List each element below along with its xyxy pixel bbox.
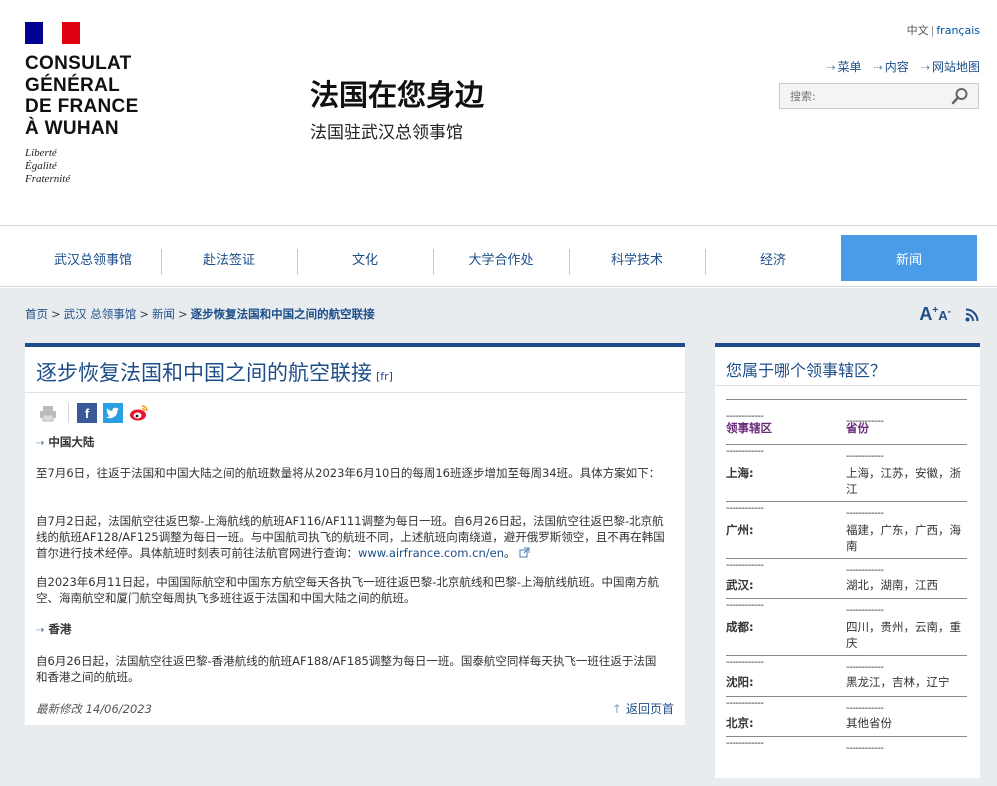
- lang-fr-link[interactable]: français: [936, 24, 980, 37]
- article-title: 逐步恢复法国和中国之间的航空联接 [fr]: [36, 361, 393, 385]
- nav-item-consulate[interactable]: 武汉总领事馆: [25, 235, 161, 281]
- facebook-icon[interactable]: f: [77, 403, 97, 423]
- font-size-tools: A+A-: [919, 304, 951, 325]
- french-version-link[interactable]: [fr]: [376, 370, 393, 383]
- table-row: ------------ ------------ 沈阳: 黑龙江，吉林，辽宁: [726, 655, 967, 696]
- nav-item-visa[interactable]: 赴法签证: [161, 235, 297, 281]
- table-row: ------------ ------------ 武汉: 湖北，湖南，江西: [726, 558, 967, 598]
- print-icon[interactable]: [38, 403, 58, 423]
- arrow-right-icon: ⇢: [873, 61, 883, 74]
- rss-icon[interactable]: [965, 308, 979, 322]
- main-nav: 武汉总领事馆 赴法签证 文化 大学合作处 科学技术 经济 新闻: [0, 225, 997, 287]
- arrow-right-icon: ⇢: [920, 61, 930, 74]
- article-card: 逐步恢复法国和中国之间的航空联接 [fr] f ⇢ 中国大陆 至7月6日，往返于法国…: [25, 343, 685, 725]
- quicklink-content[interactable]: ⇢ 内容: [874, 58, 909, 75]
- quicklink-sitemap[interactable]: ⇢ 网站地图: [921, 58, 980, 75]
- search-icon[interactable]: [951, 87, 969, 105]
- section-heading-hongkong: ⇢ 香港: [36, 622, 72, 636]
- arrow-right-icon: ⇢: [826, 61, 836, 74]
- table-row: ------------ ------------ 广州: 福建，广东，广西，海…: [726, 501, 967, 558]
- table-row: ------------ ------------ 上海: 上海，江苏，安徽，浙…: [726, 444, 967, 501]
- district-table: ------------ ------------ 领事辖区 省份 ------…: [726, 399, 967, 756]
- nav-item-science[interactable]: 科学技术: [569, 235, 705, 281]
- article-paragraph: 自7月2日起，法国航空往返巴黎-上海航线的航班AF116/AF111调整为每日一…: [36, 514, 665, 560]
- arrow-right-icon: ⇢: [36, 625, 45, 636]
- consulate-logo[interactable]: CONSULAT GÉNÉRAL DE FRANCE À WUHAN Liber…: [25, 22, 155, 186]
- search-input[interactable]: [780, 84, 940, 108]
- font-smaller-button[interactable]: A-: [938, 307, 951, 323]
- nav-item-culture[interactable]: 文化: [297, 235, 433, 281]
- consular-district-widget: 您属于哪个领事辖区？ ------------ ------------ 领事辖…: [715, 343, 980, 778]
- share-bar: f: [38, 403, 155, 423]
- breadcrumb-consulate[interactable]: 武汉 总领事馆: [64, 307, 137, 321]
- header-province: 省份: [846, 421, 869, 435]
- nav-item-news[interactable]: 新闻: [841, 235, 977, 281]
- arrow-right-icon: ⇢: [36, 438, 45, 449]
- nav-item-economy[interactable]: 经济: [705, 235, 841, 281]
- arrow-up-icon: ↑: [611, 702, 622, 716]
- table-header-row: ------------ ------------ 领事辖区 省份: [726, 399, 967, 435]
- page-tools: A+A-: [919, 304, 979, 325]
- breadcrumb-news[interactable]: 新闻: [152, 307, 175, 321]
- lang-zh[interactable]: 中文: [907, 24, 929, 37]
- table-footer-row: ------------ ------------: [726, 736, 967, 756]
- site-title: 法国在您身边: [310, 78, 485, 112]
- divider: [715, 385, 980, 386]
- header-district: 领事辖区: [726, 421, 772, 435]
- back-to-top-link[interactable]: ↑ 返回页首: [612, 700, 674, 717]
- table-row: ------------ ------------ 成都: 四川，贵州，云南，重…: [726, 598, 967, 655]
- weibo-icon[interactable]: [129, 403, 149, 423]
- font-bigger-button[interactable]: A+: [919, 304, 938, 324]
- lang-separator: |: [930, 24, 935, 37]
- quick-links: ⇢ 菜单 ⇢ 内容 ⇢ 网站地图: [826, 58, 980, 75]
- airfrance-link[interactable]: www.airfrance.com.cn/en: [358, 546, 504, 560]
- breadcrumb: 首页 > 武汉 总领事馆 > 新闻 > 逐步恢复法国和中国之间的航空联接: [25, 307, 375, 321]
- section-heading-mainland: ⇢ 中国大陆: [36, 435, 95, 449]
- marianne-flag-icon: [25, 22, 80, 44]
- twitter-icon[interactable]: [103, 403, 123, 423]
- last-updated: 最新修改 14/06/2023: [36, 702, 152, 716]
- search-box: [779, 83, 979, 109]
- logo-wordmark: CONSULAT GÉNÉRAL DE FRANCE À WUHAN: [25, 53, 139, 139]
- table-row: ------------ ------------ 北京: 其他省份: [726, 696, 967, 736]
- breadcrumb-home[interactable]: 首页: [25, 307, 48, 321]
- language-switcher: 中文 | français: [907, 22, 980, 38]
- article-paragraph: 自2023年6月11日起，中国国际航空和中国东方航空每天各执飞一班往返巴黎-北京…: [36, 575, 660, 605]
- site-header: CONSULAT GÉNÉRAL DE FRANCE À WUHAN Liber…: [0, 0, 997, 225]
- external-link-icon: [519, 547, 530, 558]
- sidebar-title: 您属于哪个领事辖区？: [726, 361, 887, 380]
- site-subtitle: 法国驻武汉总领事馆: [310, 123, 463, 143]
- nav-item-university[interactable]: 大学合作处: [433, 235, 569, 281]
- divider: [68, 403, 69, 423]
- breadcrumb-current: 逐步恢复法国和中国之间的航空联接: [190, 307, 375, 321]
- divider: [25, 392, 685, 393]
- quicklink-menu[interactable]: ⇢ 菜单: [826, 58, 861, 75]
- article-paragraph: 自6月26日起，法国航空往返巴黎-香港航线的航班AF188/AF185调整为每日…: [36, 654, 657, 684]
- republic-motto: Liberté Égalité Fraternité: [25, 147, 71, 185]
- article-paragraph: 至7月6日，往返于法国和中国大陆之间的航班数量将从2023年6月10日的每周16…: [36, 466, 661, 480]
